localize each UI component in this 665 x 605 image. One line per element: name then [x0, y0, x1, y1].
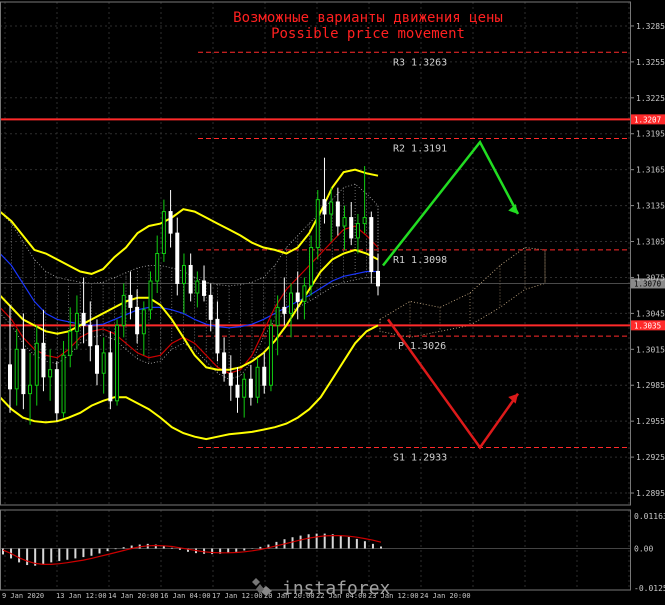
candle-body: [101, 352, 106, 374]
candle-body: [195, 280, 200, 294]
level-label-r3: R3 1.3263: [393, 57, 447, 68]
candle-body: [302, 285, 307, 302]
candle-body: [94, 345, 99, 374]
candle-body: [81, 312, 86, 326]
candle-body: [235, 384, 240, 398]
candle-body: [222, 352, 227, 374]
macd-tick-label: 0.00: [634, 544, 653, 553]
y-tick-label: 1.3045: [636, 309, 665, 318]
macd-tick-label: -0.01254: [634, 584, 665, 593]
y-tick-label: 1.3195: [636, 130, 665, 139]
candle-body: [115, 324, 120, 402]
candle-body: [322, 199, 327, 215]
candle-body: [355, 223, 360, 239]
candle-body: [128, 294, 133, 308]
y-tick-label: 1.3015: [636, 345, 665, 354]
candle-body: [255, 366, 260, 398]
watermark-text: instaforex: [282, 578, 391, 599]
candle-body: [248, 378, 253, 398]
candle-body: [309, 247, 314, 287]
candle-body: [275, 306, 280, 326]
candle-body: [108, 352, 113, 402]
y-tick-label: 1.3255: [636, 58, 665, 67]
title-ru: Возможные варианты движения цены: [233, 10, 503, 26]
macd-tick-label: 0.01163: [634, 512, 665, 521]
y-tick-label: 1.3165: [636, 166, 665, 175]
y-tick-label: 1.2895: [636, 489, 665, 498]
candle-body: [376, 270, 380, 287]
candle-body: [74, 312, 79, 332]
candle-body: [335, 201, 340, 227]
candle-body: [295, 292, 300, 302]
candle-body: [21, 348, 26, 395]
candle-body: [41, 342, 46, 378]
candle-body: [369, 217, 374, 272]
candle-body: [14, 348, 19, 390]
candle-body: [202, 280, 207, 296]
candle-body: [34, 342, 39, 386]
candle-body: [208, 294, 213, 320]
x-tick-label: 13 Jan 12:00: [56, 592, 107, 600]
y-tick-label: 1.3135: [636, 202, 665, 211]
y-tick-label: 1.3285: [636, 22, 665, 31]
candle-body: [268, 324, 273, 386]
key-level-price-label: 1.3035: [634, 321, 661, 330]
key-level-price-label: 1.3207: [634, 115, 661, 124]
candle-body: [329, 201, 334, 215]
candle-body: [68, 330, 73, 356]
candle-body: [282, 306, 287, 314]
y-tick-label: 1.2955: [636, 417, 665, 426]
candle-body: [181, 264, 186, 284]
level-label-r1: R1 1.3098: [393, 255, 447, 266]
candle-body: [88, 324, 93, 347]
x-tick-label: 9 Jan 2020: [2, 592, 44, 600]
level-label-r2: R2 1.3191: [393, 144, 447, 155]
x-tick-label: 16 Jan 04:00: [160, 592, 211, 600]
chart-canvas: R3 1.3263R2 1.3191R1 1.3098P 1.3026S1 1.…: [0, 0, 665, 605]
candle-body: [148, 280, 153, 311]
candle-body: [349, 217, 354, 239]
candle-body: [262, 366, 267, 386]
candle-body: [121, 294, 126, 326]
candle-body: [175, 232, 180, 284]
candle-body: [155, 253, 160, 282]
candle-body: [28, 384, 33, 395]
y-tick-label: 1.3105: [636, 238, 665, 247]
candle-body: [242, 378, 247, 398]
candle-body: [135, 306, 140, 335]
candle-body: [61, 354, 66, 414]
y-tick-label: 1.2985: [636, 381, 665, 390]
title-en: Possible price movement: [271, 26, 465, 42]
y-tick-label: 1.2925: [636, 453, 665, 462]
candle-body: [141, 309, 146, 335]
y-tick-label: 1.3225: [636, 94, 665, 103]
chart-background: [0, 0, 665, 605]
candle-body: [48, 369, 53, 378]
candle-body: [342, 217, 347, 227]
x-tick-label: 17 Jan 12:00: [212, 592, 263, 600]
y-tick-label: 1.3075: [636, 273, 665, 282]
x-tick-label: 14 Jan 20:00: [108, 592, 159, 600]
candle-body: [289, 292, 294, 314]
candle-body: [215, 318, 220, 354]
candle-body: [228, 372, 233, 386]
candle-body: [161, 211, 166, 254]
candle-body: [168, 211, 173, 234]
x-tick-label: 24 Jan 20:00: [420, 592, 471, 600]
level-label-s1: S1 1.2933: [393, 453, 447, 464]
candle-body: [315, 199, 320, 249]
candle-body: [362, 217, 367, 225]
candle-body: [188, 264, 193, 294]
candle-body: [54, 369, 59, 414]
candle-body: [8, 364, 12, 390]
